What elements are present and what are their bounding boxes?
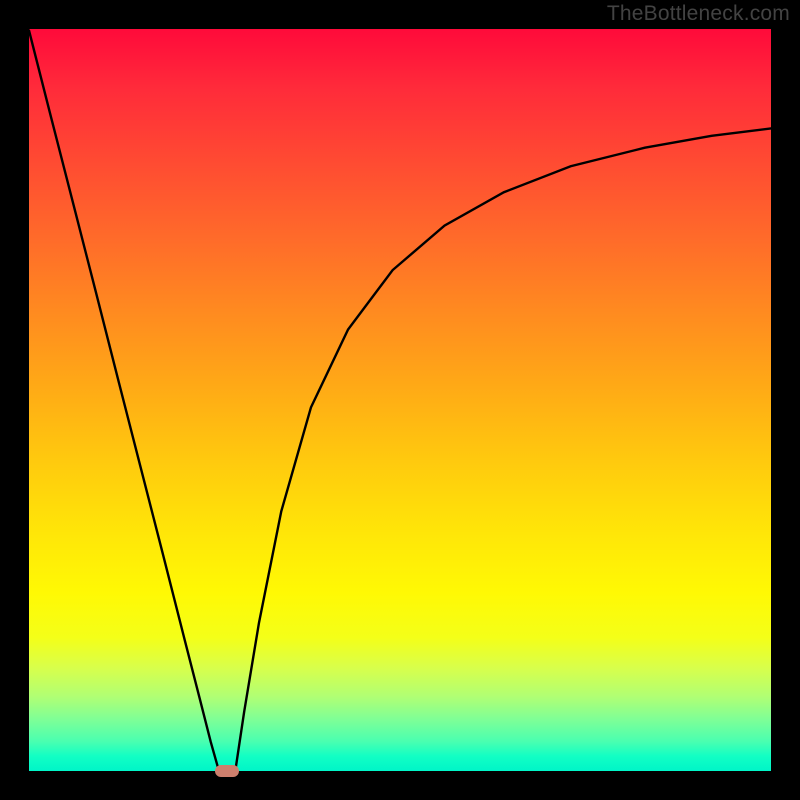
curve-right-branch: [235, 128, 771, 771]
chart-frame: TheBottleneck.com: [0, 0, 800, 800]
minimum-marker: [215, 765, 239, 777]
curve-left-branch: [29, 30, 219, 771]
watermark-text: TheBottleneck.com: [607, 2, 790, 26]
curve-layer: [29, 29, 771, 771]
plot-area: [29, 29, 771, 771]
